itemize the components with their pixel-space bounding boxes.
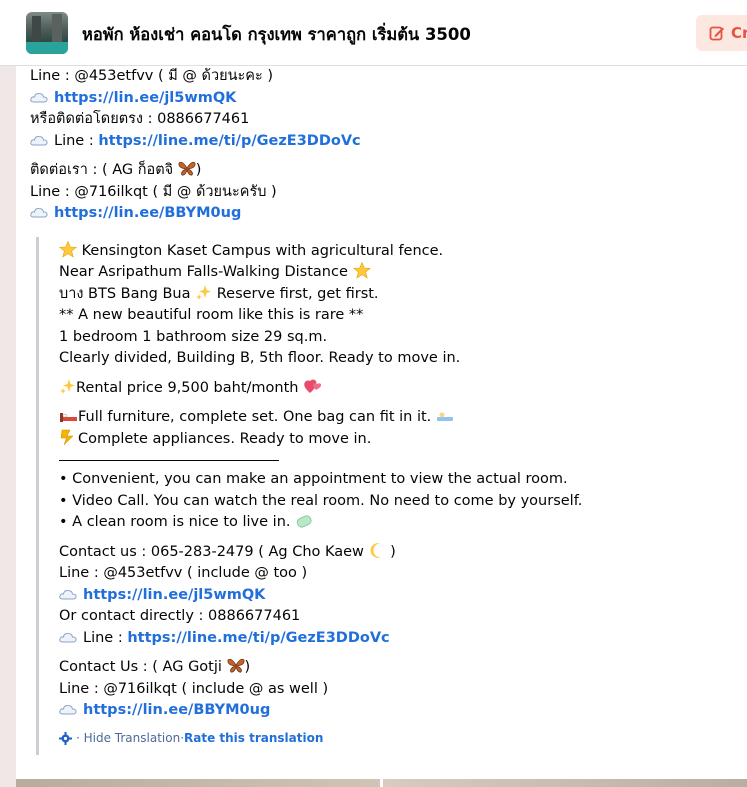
- tr-line-url-2-row: Line : https://line.me/ti/p/GezE3DDoVc: [59, 628, 747, 650]
- bed-icon: [60, 413, 77, 422]
- tr-appliances: Complete appliances. Ready to move in.: [59, 429, 747, 451]
- gear-icon[interactable]: [59, 731, 72, 745]
- thai-line-url-3-row: https://lin.ee/BBYM0ug: [30, 203, 747, 225]
- tr-appliances-text: Complete appliances. Ready to move in.: [78, 430, 372, 447]
- thai-line-link-2[interactable]: https://line.me/ti/p/GezE3DDoVc: [98, 133, 360, 149]
- tr-direct: Or contact directly : 0886677461: [59, 608, 301, 624]
- text-divider: [59, 450, 279, 461]
- tr-line-url-3-row: https://lin.ee/BBYM0ug: [59, 700, 747, 722]
- tr-bullet-3-text: • A clean room is nice to live in.: [59, 514, 296, 530]
- hide-translation-link[interactable]: · Hide Translation: [76, 728, 180, 750]
- tr-contact-1: Contact us : 065-283-2479 ( Ag Cho Kaew …: [59, 542, 747, 564]
- tr-line-2-text: Near Asripathum Falls-Walking Distance: [59, 264, 353, 280]
- thai-line-url-1-row: https://lin.ee/jl5wmQK: [30, 88, 747, 110]
- sparkles-icon: [60, 378, 75, 394]
- group-title[interactable]: หอพัก ห้องเช่า คอนโด กรุงเทพ ราคาถูก เริ…: [82, 22, 471, 48]
- post-photo[interactable]: [16, 779, 380, 787]
- soap-icon: [296, 515, 312, 528]
- tr-rent-text: Rental price 9,500 baht/month: [76, 379, 304, 396]
- thai-line-prefix: Line :: [54, 132, 99, 149]
- rate-translation-link[interactable]: Rate this translation: [184, 728, 323, 750]
- tr-line-id-3: Line : @716ilkqt ( include @ as well ): [59, 680, 329, 697]
- butterfly-icon: [227, 658, 244, 673]
- thai-contact-2-text: ติดต่อเรา : ( AG ก็อตจิ: [30, 162, 178, 178]
- tr-line-1: Kensington Kaset Campus with agricultura…: [59, 240, 747, 263]
- tr-bullet-3: • A clean room is nice to live in.: [59, 512, 747, 534]
- moon-icon: [370, 542, 381, 558]
- tr-line-id-1: Line : @453etfvv ( include @ too ): [59, 565, 308, 581]
- tr-line-link-1[interactable]: https://lin.ee/jl5wmQK: [83, 587, 265, 603]
- thai-line-id-1: Line : @453etfvv ( มี @ ด้วยนะคะ ): [30, 68, 274, 84]
- sleeping-icon: [436, 412, 453, 421]
- tr-line-6: Clearly divided, Building B, 5th floor. …: [59, 350, 461, 366]
- thai-contact-2-close: ): [195, 162, 202, 178]
- post-text: Line : @453etfvv ( มี @ ด้วยนะคะ ) https…: [30, 66, 747, 755]
- cloud-icon: [59, 632, 77, 642]
- thai-line-id-3: Line : @716ilkqt ( มี @ ด้วยนะครับ ): [30, 183, 277, 200]
- cloud-icon: [30, 207, 48, 218]
- tr-line-5: 1 bedroom 1 bathroom size 29 sq.m.: [59, 328, 328, 345]
- thai-line-url-2-row: Line : https://line.me/ti/p/GezE3DDoVc: [30, 131, 747, 153]
- heart-icon: [304, 379, 322, 393]
- tr-rent: Rental price 9,500 baht/month: [59, 378, 747, 400]
- create-label: Cr: [731, 24, 747, 42]
- tr-line-2: Near Asripathum Falls-Walking Distance: [59, 262, 747, 284]
- translation-controls: · Hide Translation · Rate this translati…: [59, 728, 747, 750]
- tr-furniture: Full furniture, complete set. One bag ca…: [59, 407, 747, 429]
- tr-line-prefix: Line :: [83, 629, 128, 646]
- tr-line-3: บาง BTS Bang Bua Reserve first, get firs…: [59, 284, 747, 306]
- thai-line-link-3[interactable]: https://lin.ee/BBYM0ug: [54, 205, 241, 221]
- tr-line-1-text: Kensington Kaset Campus with agricultura…: [77, 242, 444, 259]
- tr-line-4: ** A new beautiful room like this is rar…: [59, 307, 364, 323]
- tr-furniture-text: Full furniture, complete set. One bag ca…: [78, 409, 436, 425]
- lightning-icon: [60, 429, 74, 445]
- thai-direct: หรือติดต่อโดยตรง : 0886677461: [30, 111, 250, 127]
- butterfly-icon: [178, 161, 196, 176]
- translation-block: Kensington Kaset Campus with agricultura…: [36, 236, 747, 755]
- tr-line-3b-text: Reserve first, get first.: [212, 285, 379, 302]
- post-photo[interactable]: [383, 779, 747, 787]
- create-post-button[interactable]: Cr: [696, 15, 747, 51]
- tr-line-link-3[interactable]: https://lin.ee/BBYM0ug: [83, 702, 270, 718]
- tr-line-url-1-row: https://lin.ee/jl5wmQK: [59, 585, 747, 607]
- tr-bullet-2: • Video Call. You can watch the real roo…: [59, 492, 583, 509]
- tr-contact-2-close: ): [244, 659, 251, 675]
- sparkles-icon: [196, 284, 212, 300]
- tr-contact-2-text: Contact Us : ( AG Gotji: [59, 659, 227, 675]
- cloud-icon: [59, 589, 77, 599]
- thai-contact-2: ติดต่อเรา : ( AG ก็อตจิ ): [30, 160, 747, 182]
- group-header: หอพัก ห้องเช่า คอนโด กรุงเทพ ราคาถูก เริ…: [0, 0, 747, 66]
- star-icon: [59, 240, 77, 258]
- post-body: Line : @453etfvv ( มี @ ด้วยนะคะ ) https…: [16, 66, 747, 787]
- cloud-icon: [30, 92, 48, 102]
- cloud-icon: [30, 135, 48, 145]
- cloud-icon: [59, 704, 77, 715]
- post-photo-strip: [16, 779, 747, 787]
- group-avatar[interactable]: [26, 12, 68, 54]
- thai-line-link-1[interactable]: https://lin.ee/jl5wmQK: [54, 90, 236, 106]
- tr-line-link-2[interactable]: https://line.me/ti/p/GezE3DDoVc: [127, 630, 389, 646]
- tr-line-3a-text: บาง BTS Bang Bua: [59, 285, 196, 302]
- tr-contact-1-text: Contact us : 065-283-2479 ( Ag Cho Kaew: [59, 543, 369, 560]
- tr-contact-1-close: ): [385, 543, 396, 560]
- tr-bullet-1: • Convenient, you can make an appointmen…: [59, 471, 568, 487]
- tr-contact-2: Contact Us : ( AG Gotji ): [59, 657, 747, 679]
- star-icon: [352, 262, 371, 279]
- edit-icon: [709, 26, 724, 41]
